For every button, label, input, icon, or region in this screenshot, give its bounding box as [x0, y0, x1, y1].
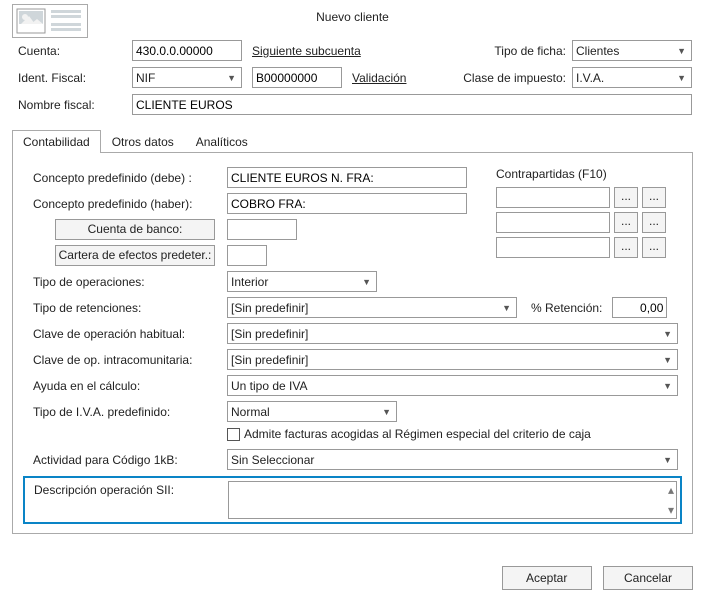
admite-facturas-checkbox[interactable]: Admite facturas acogidas al Régimen espe… [227, 427, 591, 441]
ident-fiscal-label: Ident. Fiscal: [12, 71, 132, 85]
ident-fiscal-type-select[interactable]: NIF▼ [132, 67, 242, 88]
contrapartida-browse-1a[interactable]: ... [614, 187, 638, 208]
tipo-operaciones-select[interactable]: Interior▼ [227, 271, 377, 292]
chevron-down-icon: ▼ [675, 46, 688, 56]
clase-impuesto-select[interactable]: I.V.A.▼ [572, 67, 692, 88]
siguiente-subcuenta-link[interactable]: Siguiente subcuenta [252, 44, 392, 58]
scroll-down-icon[interactable]: ▾ [668, 503, 674, 517]
chevron-down-icon: ▼ [360, 277, 373, 287]
tipo-iva-select[interactable]: Normal▼ [227, 401, 397, 422]
tab-otros-datos[interactable]: Otros datos [101, 130, 185, 153]
tab-analiticos[interactable]: Analíticos [185, 130, 259, 153]
descripcion-sii-textarea[interactable]: ▴▾ [228, 481, 677, 519]
checkbox-box-icon [227, 428, 240, 441]
clave-op-habitual-select[interactable]: [Sin predefinir]▼ [227, 323, 678, 344]
actividad-select[interactable]: Sin Seleccionar▼ [227, 449, 678, 470]
tipo-ficha-label: Tipo de ficha: [392, 44, 572, 58]
contrapartida-browse-3a[interactable]: ... [614, 237, 638, 258]
tipo-retenciones-label: Tipo de retenciones: [27, 301, 227, 315]
clave-op-intra-select[interactable]: [Sin predefinir]▼ [227, 349, 678, 370]
descripcion-sii-group: Descripción operación SII: ▴▾ [23, 476, 682, 524]
tipo-retenciones-select[interactable]: [Sin predefinir]▼ [227, 297, 517, 318]
scroll-up-icon[interactable]: ▴ [668, 483, 674, 497]
concepto-debe-input[interactable] [227, 167, 467, 188]
dialog-title: Nuevo cliente [12, 6, 693, 40]
chevron-down-icon: ▼ [675, 73, 688, 83]
cuenta-label: Cuenta: [12, 44, 132, 58]
cuenta-banco-input[interactable] [227, 219, 297, 240]
descripcion-sii-label: Descripción operación SII: [28, 481, 228, 519]
nombre-fiscal-input[interactable] [132, 94, 692, 115]
contrapartidas-title: Contrapartidas (F10) [496, 167, 666, 181]
cuenta-input[interactable] [132, 40, 242, 61]
ident-fiscal-input[interactable] [252, 67, 342, 88]
contrapartida-input-1[interactable] [496, 187, 610, 208]
contrapartida-input-3[interactable] [496, 237, 610, 258]
cartera-efectos-button[interactable]: Cartera de efectos predeter.: [55, 245, 215, 266]
chevron-down-icon: ▼ [661, 381, 674, 391]
clave-op-habitual-label: Clave de operación habitual: [27, 327, 227, 341]
chevron-down-icon: ▼ [380, 407, 393, 417]
chevron-down-icon: ▼ [661, 329, 674, 339]
chevron-down-icon: ▼ [225, 73, 238, 83]
aceptar-button[interactable]: Aceptar [502, 566, 592, 590]
chevron-down-icon: ▼ [500, 303, 513, 313]
contrapartida-browse-2a[interactable]: ... [614, 212, 638, 233]
chevron-down-icon: ▼ [661, 355, 674, 365]
tipo-ficha-select[interactable]: Clientes▼ [572, 40, 692, 61]
pct-retencion-label: % Retención: [531, 301, 602, 315]
contrapartida-browse-2b[interactable]: ... [642, 212, 666, 233]
contrapartidas-group: Contrapartidas (F10) ...... ...... .....… [496, 167, 666, 262]
actividad-label: Actividad para Código 1kB: [27, 453, 227, 467]
contrapartida-browse-3b[interactable]: ... [642, 237, 666, 258]
cancelar-button[interactable]: Cancelar [603, 566, 693, 590]
admite-facturas-label: Admite facturas acogidas al Régimen espe… [244, 427, 591, 441]
concepto-haber-label: Concepto predefinido (haber): [27, 197, 227, 211]
cuenta-banco-button[interactable]: Cuenta de banco: [55, 219, 215, 240]
tipo-iva-label: Tipo de I.V.A. predefinido: [27, 405, 227, 419]
concepto-haber-input[interactable] [227, 193, 467, 214]
concepto-debe-label: Concepto predefinido (debe) : [27, 171, 227, 185]
clase-impuesto-label: Clase de impuesto: [392, 71, 572, 85]
ayuda-calculo-label: Ayuda en el cálculo: [27, 379, 227, 393]
form-mode-icon[interactable] [12, 4, 88, 38]
contrapartida-input-2[interactable] [496, 212, 610, 233]
chevron-down-icon: ▼ [661, 455, 674, 465]
ayuda-calculo-select[interactable]: Un tipo de IVA▼ [227, 375, 678, 396]
clave-op-intra-label: Clave de op. intracomunitaria: [27, 353, 227, 367]
pct-retencion-input[interactable] [612, 297, 667, 318]
contrapartida-browse-1b[interactable]: ... [642, 187, 666, 208]
tipo-operaciones-label: Tipo de operaciones: [27, 275, 227, 289]
nombre-fiscal-label: Nombre fiscal: [12, 98, 132, 112]
cartera-efectos-input[interactable] [227, 245, 267, 266]
tab-contabilidad[interactable]: Contabilidad [12, 130, 101, 153]
